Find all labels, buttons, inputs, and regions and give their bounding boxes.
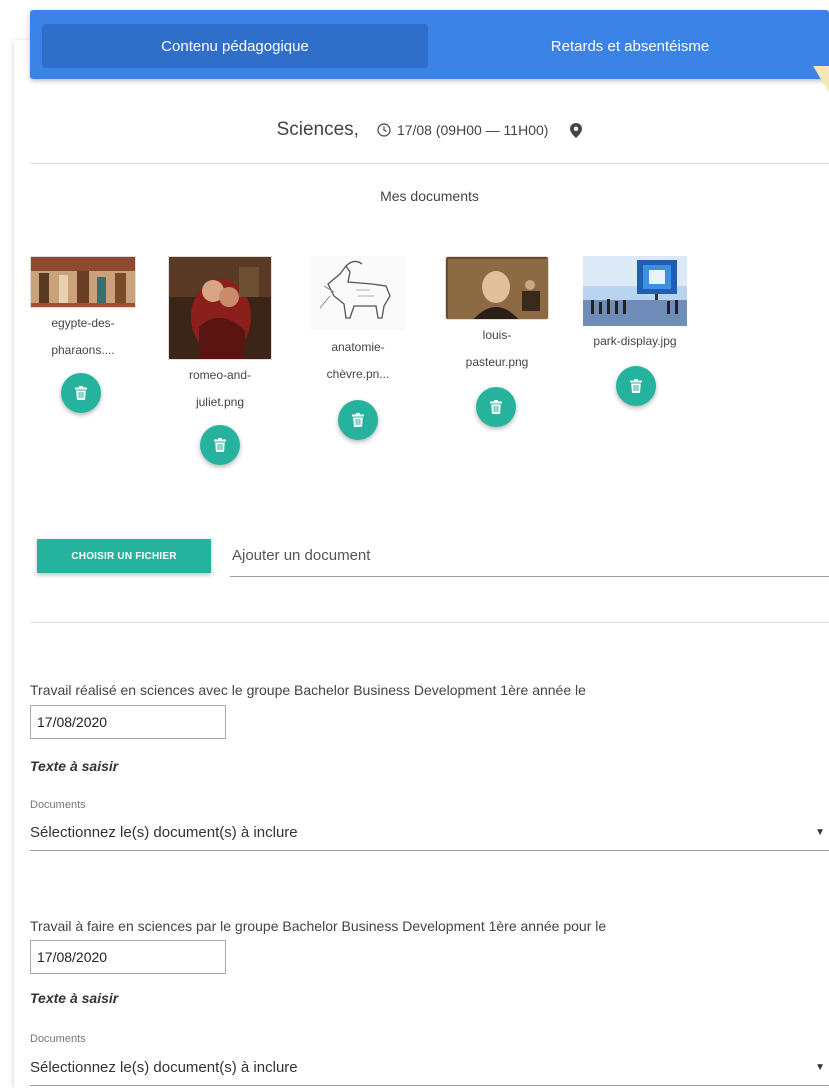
divider — [30, 163, 829, 164]
document-item: park-display.jpg — [570, 256, 700, 355]
work-done-documents-select[interactable]: Sélectionnez le(s) document(s) à inclure… — [30, 815, 829, 851]
documents-title: Mes documents — [380, 188, 479, 204]
trash-icon — [214, 438, 226, 452]
document-thumbnail-pasteur[interactable] — [445, 256, 549, 320]
delete-document-button[interactable] — [616, 366, 656, 406]
work-todo-documents-select[interactable]: Sélectionnez le(s) document(s) à inclure… — [30, 1050, 829, 1086]
trash-icon — [352, 413, 364, 427]
work-todo-documents-label: Documents — [30, 1033, 86, 1045]
tab-label: Contenu pédagogique — [161, 37, 309, 55]
delete-document-button[interactable] — [200, 425, 240, 465]
session-header: Sciences, 17/08 (09H00 — 11H00) — [30, 110, 829, 150]
select-placeholder: Sélectionnez le(s) document(s) à inclure — [30, 824, 298, 841]
tab-contenu-pedagogique[interactable]: Contenu pédagogique — [42, 24, 428, 68]
trash-icon — [490, 400, 502, 414]
document-thumbnail-romeo[interactable] — [168, 256, 272, 360]
session-time: 17/08 (09H00 — 11H00) — [377, 122, 549, 138]
document-item: anatomie- chèvre.pn... — [293, 256, 423, 388]
session-date-time: 17/08 (09H00 — 11H00) — [396, 122, 549, 138]
work-todo-date-input[interactable] — [30, 940, 226, 974]
document-name: egypte-des- pharaons.... — [51, 316, 115, 357]
location-pin-icon[interactable] — [570, 122, 583, 138]
tab-bar: Contenu pédagogique Retards et absentéis… — [30, 10, 829, 93]
choose-file-button[interactable]: CHOISIR UN FICHIER — [37, 539, 211, 573]
document-item: egypte-des- pharaons.... — [18, 256, 148, 364]
dropdown-caret-icon: ▼ — [815, 827, 825, 838]
document-thumbnail-park-display[interactable] — [583, 256, 687, 326]
document-name: park-display.jpg — [593, 334, 677, 348]
add-document-input[interactable] — [230, 535, 829, 577]
document-item: louis- pasteur.png — [432, 256, 562, 376]
trash-icon — [75, 386, 87, 400]
delete-document-button[interactable] — [61, 373, 101, 413]
dropdown-caret-icon: ▼ — [815, 1062, 825, 1073]
clock-icon — [377, 123, 391, 137]
select-placeholder: Sélectionnez le(s) document(s) à inclure — [30, 1059, 298, 1076]
work-todo-text-label[interactable]: Texte à saisir — [30, 990, 118, 1006]
work-done-label: Travail réalisé en sciences avec le grou… — [30, 682, 586, 698]
delete-document-button[interactable] — [338, 400, 378, 440]
document-name: anatomie- chèvre.pn... — [326, 340, 390, 381]
work-done-text-label[interactable]: Texte à saisir — [30, 758, 118, 774]
tab-label: Retards et absentéisme — [550, 37, 710, 55]
divider — [30, 622, 829, 623]
document-thumbnail-egypt[interactable] — [30, 256, 136, 308]
work-done-documents-label: Documents — [30, 799, 86, 811]
document-thumbnail-goat[interactable] — [310, 256, 406, 330]
work-done-date-input[interactable] — [30, 705, 226, 739]
document-item: romeo-and- juliet.png — [155, 256, 285, 416]
trash-icon — [630, 379, 642, 393]
tab-retards-absenteisme[interactable]: Retards et absentéisme — [440, 24, 820, 68]
work-todo-label: Travail à faire en sciences par le group… — [30, 918, 607, 934]
subject-title: Sciences, — [276, 119, 359, 140]
tab-indicator-corner — [813, 66, 829, 93]
document-name: romeo-and- juliet.png — [188, 368, 252, 409]
document-name: louis- pasteur.png — [465, 328, 529, 369]
delete-document-button[interactable] — [476, 387, 516, 427]
